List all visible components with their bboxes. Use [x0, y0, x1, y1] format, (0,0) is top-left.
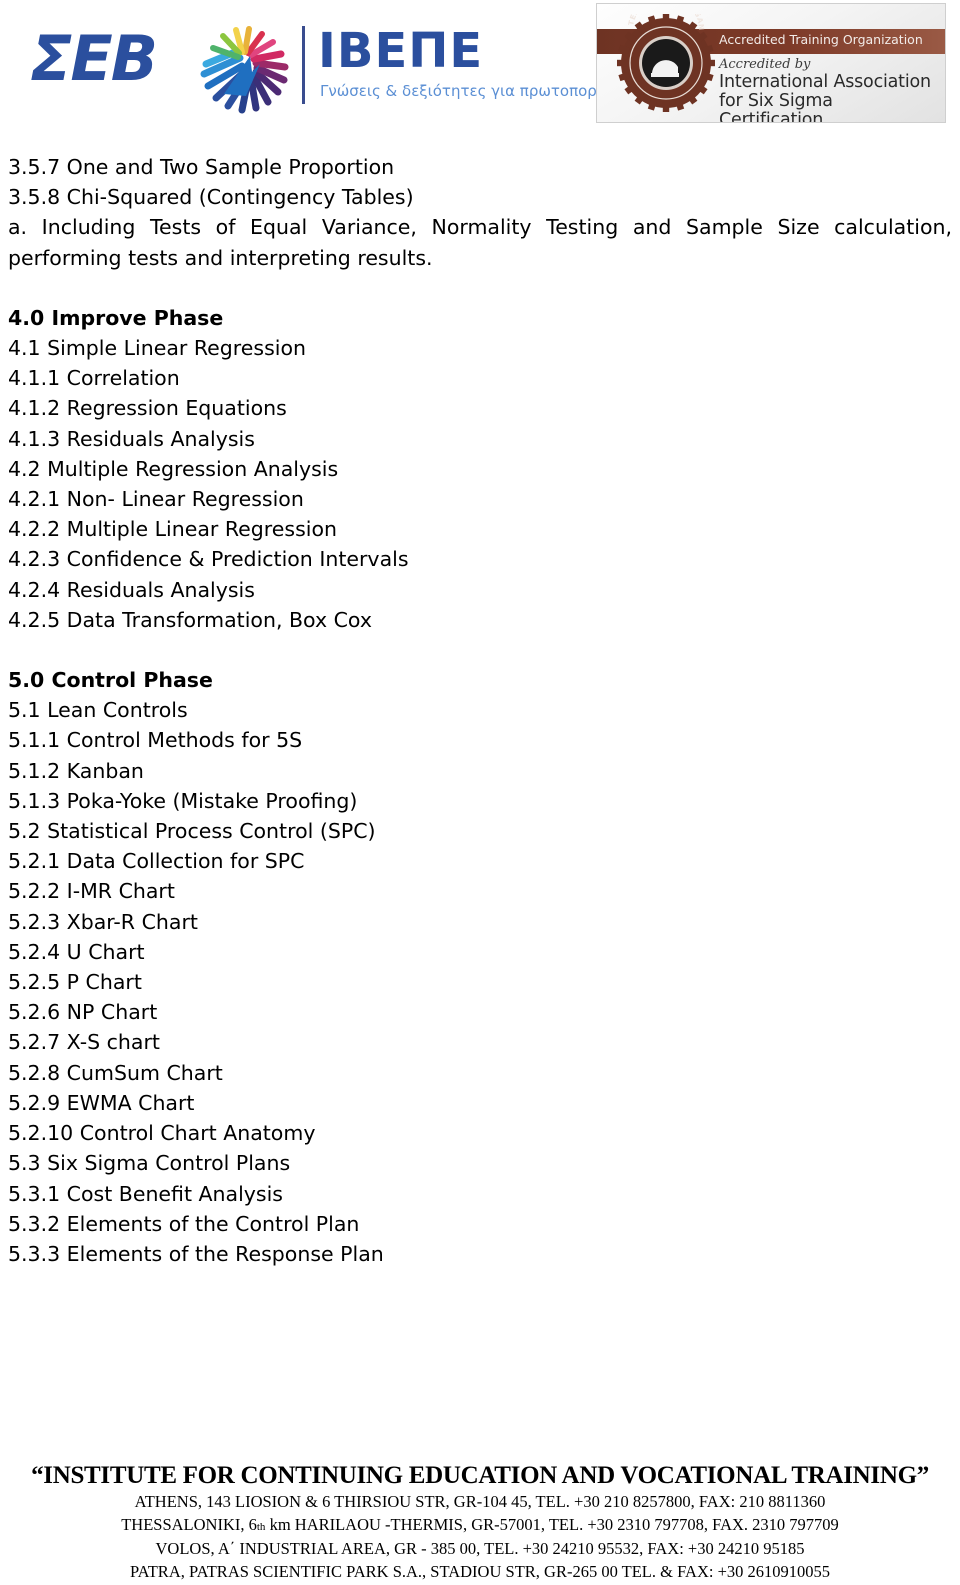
outline-item: 4.1 Simple Linear Regression	[8, 336, 306, 361]
outline-item: 5.2.7 X-S chart	[8, 1030, 160, 1055]
outline-item: 5.1.1 Control Methods for 5S	[8, 728, 303, 753]
iassc-accreditation-badge: Accredited Training Organization TE GAN …	[596, 3, 946, 123]
outline-item: 4.1.2 Regression Equations	[8, 396, 287, 421]
outline-item: 5.2.9 EWMA Chart	[8, 1090, 195, 1115]
ordinal-suffix: th	[256, 1520, 266, 1533]
outline-item: 4.2.2 Multiple Linear Regression	[8, 517, 337, 542]
outline-item: 4.2.4 Residuals Analysis	[8, 577, 255, 602]
sev-wordmark: ΣΕΒ	[30, 22, 158, 95]
outline-item: 5.2.5 P Chart	[8, 970, 142, 995]
outline-item: 5.3.1 Cost Benefit Analysis	[8, 1181, 283, 1206]
colorful-fan-burst-icon	[198, 18, 294, 114]
outline-item: 5.2.1 Data Collection for SPC	[8, 849, 305, 874]
badge-band-text: Accredited Training Organization	[719, 32, 923, 47]
sev-ibepe-logo: ΣΕΒ ΙΒΕΠΕ Γνώσεις & δεξιότητες για πρωτο…	[30, 12, 612, 117]
ibepe-tagline: Γνώσεις & δεξιότητες για πρωτοπορία	[320, 82, 612, 100]
outline-item: 5.2.6 NP Chart	[8, 1000, 158, 1025]
institute-title: “INSTITUTE FOR CONTINUING EDUCATION AND …	[31, 1462, 929, 1489]
outline-item: 4.1.3 Residuals Analysis	[8, 426, 255, 451]
course-outline-content: 3.5.7 One and Two Sample Proportion 3.5.8…	[8, 152, 952, 1269]
page-header: ΣΕΒ ΙΒΕΠΕ Γνώσεις & δεξιότητες για πρωτο…	[0, 0, 960, 132]
outline-item: 5.2.3 Xbar-R Chart	[8, 909, 198, 934]
footer-address-line: PATRA, PATRAS SCIENTIFIC PARK S.A., STAD…	[129, 1561, 831, 1581]
outline-item: 5.2.10 Control Chart Anatomy	[8, 1121, 316, 1146]
iassc-gear-seal-icon: TED TRAINING ORGAN	[617, 4, 715, 112]
footer-address-line: THESSALONIKI, 6th km HARILAOU -THERMIS, …	[121, 1514, 839, 1534]
footer-address-line: ATHENS, 143 LIOSION & 6 THIRSIOU STR, GR…	[134, 1492, 826, 1511]
outline-item: 5.3.2 Elements of the Control Plan	[8, 1211, 360, 1236]
outline-item: 3.5.7 One and Two Sample Proportion	[8, 155, 395, 179]
logo-divider	[302, 26, 305, 104]
outline-paragraph: a. Including Tests of Equal Variance, No…	[8, 215, 952, 270]
outline-item: 5.3 Six Sigma Control Plans	[8, 1151, 291, 1176]
badge-text-block: Accredited by International Association …	[719, 57, 939, 123]
outline-item: 5.1.3 Poka-Yoke (Mistake Proofing)	[8, 788, 358, 813]
footer-address-line: VOLOS, A΄ INDUSTRIAL AREA, GR - 385 00, …	[155, 1539, 805, 1558]
outline-section-heading: 5.0 Control Phase	[8, 668, 213, 693]
ibepe-wordmark: ΙΒΕΠΕ	[318, 23, 484, 79]
outline-item: 5.2 Statistical Process Control (SPC)	[8, 819, 376, 844]
badge-organization-line-1: International Association	[719, 71, 931, 92]
outline-item: 4.2.5 Data Transformation, Box Cox	[8, 607, 372, 632]
badge-organization-line-2: for Six Sigma Certification	[719, 90, 833, 123]
badge-accredited-by: Accredited by	[719, 57, 811, 72]
outline-item: 5.2.4 U Chart	[8, 939, 145, 964]
outline-section-heading: 4.0 Improve Phase	[8, 305, 224, 330]
outline-item: 4.2.1 Non- Linear Regression	[8, 487, 304, 512]
outline-item: 5.2.2 I-MR Chart	[8, 879, 175, 904]
outline-item: 4.2.3 Confidence & Prediction Intervals	[8, 547, 409, 572]
outline-item: 4.2 Multiple Regression Analysis	[8, 456, 339, 481]
institute-addresses: ATHENS, 143 LIOSION & 6 THIRSIOU STR, GR…	[0, 1491, 960, 1583]
outline-item: 4.1.1 Correlation	[8, 366, 180, 391]
outline-item: 5.1 Lean Controls	[8, 698, 188, 723]
page-footer: “INSTITUTE FOR CONTINUING EDUCATION AND …	[0, 1461, 960, 1583]
outline-item: 3.5.8 Chi-Squared (Contingency Tables)	[8, 185, 414, 210]
outline-item: 5.3.3 Elements of the Response Plan	[8, 1241, 384, 1266]
outline-item: 5.2.8 CumSum Chart	[8, 1060, 223, 1085]
outline-item: 5.1.2 Kanban	[8, 758, 144, 783]
